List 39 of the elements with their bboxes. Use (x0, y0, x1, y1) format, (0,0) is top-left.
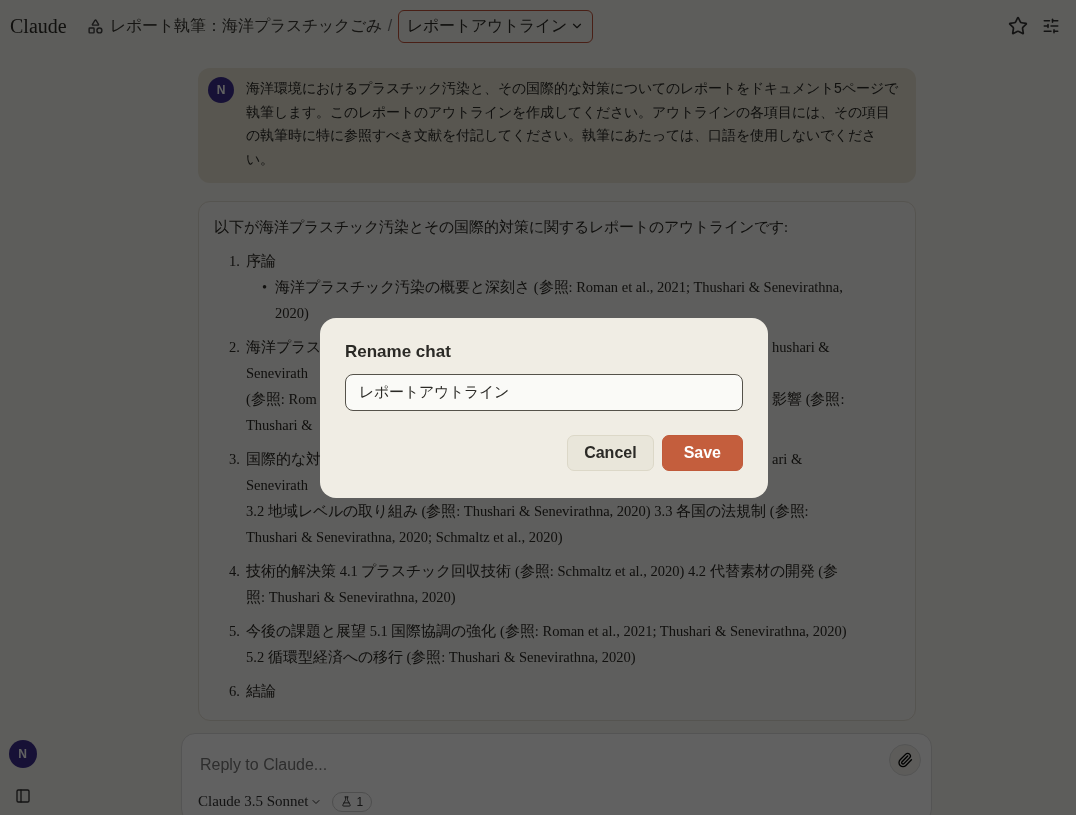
outline-text: 国際的な対 (246, 450, 321, 469)
attach-button[interactable] (889, 744, 921, 776)
chat-name-input[interactable]: レポートアウトライン (345, 374, 743, 411)
dialog-title: Rename chat (345, 342, 452, 362)
list-number: 1. (229, 252, 241, 271)
outline-text: Senevirath (246, 476, 308, 495)
bullet-marker: • (262, 278, 268, 297)
intro-text: 以下が海洋プラスチック汚染とその国際的対策に関するレポートのアウトラインです: (214, 218, 790, 237)
outline-text: (参照: Rom (246, 390, 317, 409)
breadcrumb-separator: / (387, 17, 393, 35)
outline-text: 今後の課題と展望 5.1 国際協調の強化 (参照: Roman et al., 2021; Thushari & Senevirathna, 2020) 5.2 循環型経済への移行 (参照: Thushari & Senevirathna, 2020) (246, 622, 848, 667)
list-number: 6. (229, 682, 241, 701)
outline-text: 3.2 地域レベルの取り組み (参照: Thushari & Senevirathna, 2020) 3.3 各国の法規制 (参照: Thushari & Senevirathna, 2020; Schmaltz et al., 2020) (246, 502, 810, 547)
outline-bullet-text: 海洋プラスチック汚染の概要と深刻さ (参照: Roman et al., 2021; Thushari & Senevirathna, 2020) (275, 278, 844, 323)
cancel-button[interactable]: Cancel (567, 435, 654, 471)
save-button[interactable]: Save (661, 435, 743, 471)
list-number: 3. (229, 450, 241, 469)
list-number: 2. (229, 338, 241, 357)
list-number: 4. (229, 562, 241, 581)
project-icon (86, 17, 104, 35)
outline-text: ari & (772, 450, 803, 469)
user-message-text: 海洋環境におけるプラスチック汚染と、その国際的な対策についてのレポートをドキュメント5ページで執筆します。このレポートのアウトラインを作成してください。アウトラインの各項目には、その項目の執筆時に特に参照すべき文献を付記してください。執筆にあたっては、口語を使用しないでください。 (246, 79, 899, 169)
outline-text: hushari & (772, 338, 830, 357)
outline-text: 結論 (246, 682, 276, 701)
list-number: 5. (229, 622, 241, 641)
outline-text: Thushari & (246, 416, 313, 435)
outline-text: Senevirath (246, 364, 308, 383)
flask-icon (341, 796, 353, 807)
outline-text: 影響 (参照: (772, 390, 845, 409)
outline-text: 序論 (246, 252, 276, 271)
outline-text: 技術的解決策 4.1 プラスチック回収技術 (参照: Schmaltz et al., 2020) 4.2 代替素材の開発 (参照: Thushari & Senevirathna, 2020) (246, 562, 840, 607)
outline-text: 海洋プラス (246, 338, 321, 357)
chat-title-button[interactable]: レポートアウトライン (398, 9, 594, 43)
project-link[interactable]: レポート執筆：海洋プラスチックごみ (109, 15, 382, 37)
user-avatar[interactable]: N (8, 740, 37, 768)
logo[interactable]: Claude (10, 14, 67, 38)
model-selector[interactable]: Claude 3.5 Sonnet (198, 793, 323, 810)
user-avatar: N (208, 77, 234, 103)
paperclip-icon (897, 752, 913, 768)
